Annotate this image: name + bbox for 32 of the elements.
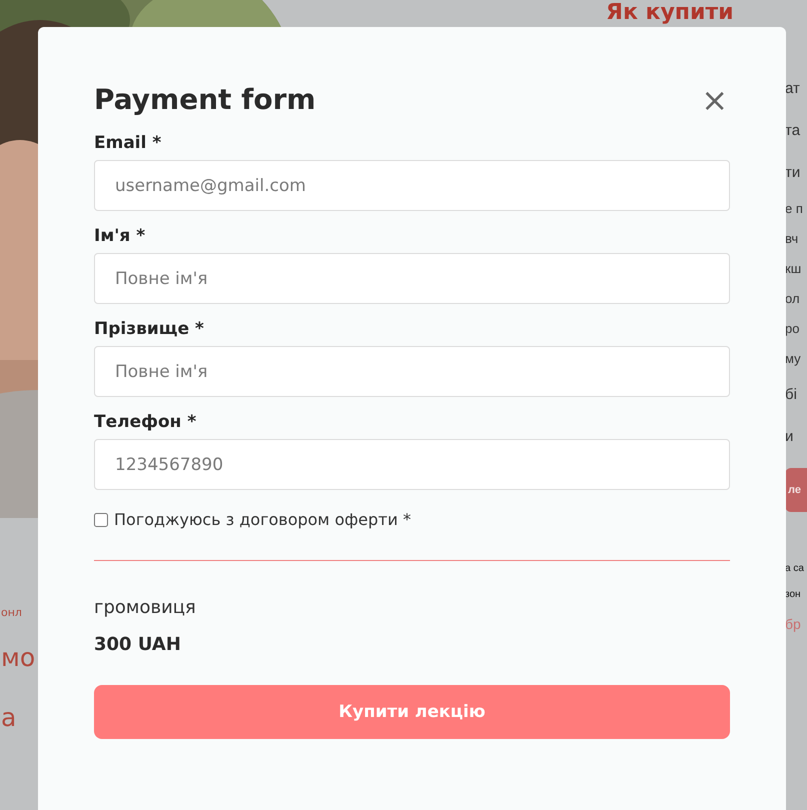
- checkbox-label: Погоджуюсь з договором оферти *: [114, 510, 411, 529]
- product-name: громовиця: [94, 597, 196, 618]
- page-button[interactable]: ле: [785, 468, 807, 512]
- page-text: ат: [785, 79, 800, 99]
- page-text: му: [785, 350, 801, 368]
- page-text: та: [785, 121, 800, 141]
- buy-button[interactable]: Купити лекцію: [94, 685, 730, 739]
- page-text: зон: [785, 588, 801, 602]
- page-text: а: [1, 702, 16, 734]
- input-field[interactable]: 1234567890: [94, 439, 730, 490]
- page-text: ти: [785, 163, 800, 183]
- checkbox[interactable]: [94, 512, 108, 526]
- input-field[interactable]: username@gmail.com: [94, 160, 730, 211]
- page-text: ро: [785, 320, 800, 338]
- price: 300 UAH: [94, 634, 181, 655]
- page-link[interactable]: бр: [785, 608, 801, 640]
- page-text: вч: [785, 230, 798, 248]
- page-text: мо: [1, 642, 36, 674]
- field-label: Прізвище *: [94, 318, 204, 340]
- page-text: и: [785, 427, 794, 447]
- page-text: бі: [785, 385, 797, 405]
- input-field[interactable]: Повне ім'я: [94, 253, 730, 304]
- dialog-title: Payment form: [94, 82, 316, 118]
- page-text: ол: [785, 290, 800, 308]
- field-label: Email *: [94, 132, 162, 154]
- close-button[interactable]: ×: [699, 84, 730, 116]
- field-label: Ім'я *: [94, 225, 146, 247]
- field-label: Телефон *: [94, 411, 196, 433]
- page-text: кш: [785, 260, 802, 278]
- input-field[interactable]: Повне ім'я: [94, 346, 730, 397]
- page-text: онл: [1, 605, 22, 621]
- section-heading: Як купити: [606, 0, 735, 26]
